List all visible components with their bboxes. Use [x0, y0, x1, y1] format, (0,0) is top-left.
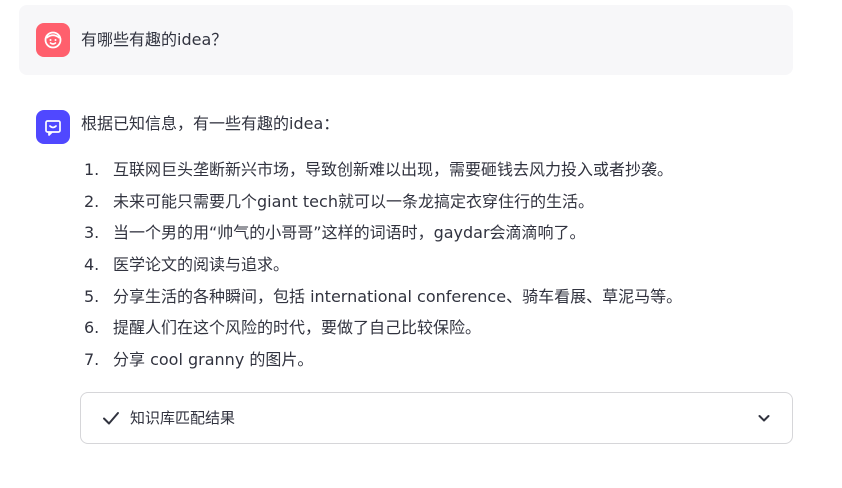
chat-bubble-smile-icon	[45, 120, 61, 136]
list-item-text: 互联网巨头垄断新兴市场，导致创新难以出现，需要砸钱去风力投入或者抄袭。	[113, 160, 674, 179]
list-item-text: 未来可能只需要几个giant tech就可以一条龙搞定衣穿住行的生活。	[113, 191, 594, 211]
list-item-number: 2.	[84, 191, 100, 211]
list-item: 1. 互联网巨头垄断新兴市场，导致创新难以出现，需要砸钱去风力投入或者抄袭。	[81, 154, 682, 186]
list-item-text: 提醒人们在这个风险的时代，要做了自己比较保险。	[113, 318, 482, 338]
list-item-number: 1.	[84, 160, 100, 179]
list-item-number: 4.	[84, 255, 100, 275]
knowledge-base-results-expander[interactable]: 知识库匹配结果	[80, 392, 793, 444]
checkmark-icon	[103, 412, 119, 425]
idea-list: 1. 互联网巨头垄断新兴市场，导致创新难以出现，需要砸钱去风力投入或者抄袭。 2.…	[81, 154, 682, 376]
user-message-text: 有哪些有趣的idea？	[81, 30, 228, 49]
user-message: 有哪些有趣的idea？	[19, 5, 793, 75]
list-item: 7. 分享 cool granny 的图片。	[81, 344, 682, 376]
list-item-number: 5.	[84, 286, 100, 306]
list-item-text: 当一个男的用“帅气的小哥哥”这样的词语时，gaydar会滴滴响了。	[113, 223, 586, 243]
list-item-number: 7.	[84, 350, 100, 370]
list-item-text: 分享 cool granny 的图片。	[113, 350, 314, 370]
list-item: 5. 分享生活的各种瞬间，包括 international conference、…	[81, 281, 682, 313]
chevron-down-icon[interactable]	[756, 410, 772, 426]
list-item-text: 分享生活的各种瞬间，包括 international conference、骑车…	[113, 286, 683, 306]
smiley-face-icon	[44, 31, 62, 49]
assistant-avatar	[36, 110, 70, 144]
list-item: 3. 当一个男的用“帅气的小哥哥”这样的词语时，gaydar会滴滴响了。	[81, 217, 682, 249]
assistant-intro-text: 根据已知信息，有一些有趣的idea：	[81, 114, 340, 133]
list-item-number: 3.	[84, 223, 100, 243]
list-item-number: 6.	[84, 318, 100, 338]
list-item: 6. 提醒人们在这个风险的时代，要做了自己比较保险。	[81, 312, 682, 344]
user-avatar	[36, 23, 70, 57]
expander-label: 知识库匹配结果	[130, 409, 236, 427]
list-item: 4. 医学论文的阅读与追求。	[81, 249, 682, 281]
list-item: 2. 未来可能只需要几个giant tech就可以一条龙搞定衣穿住行的生活。	[81, 186, 682, 218]
list-item-text: 医学论文的阅读与追求。	[113, 255, 290, 275]
